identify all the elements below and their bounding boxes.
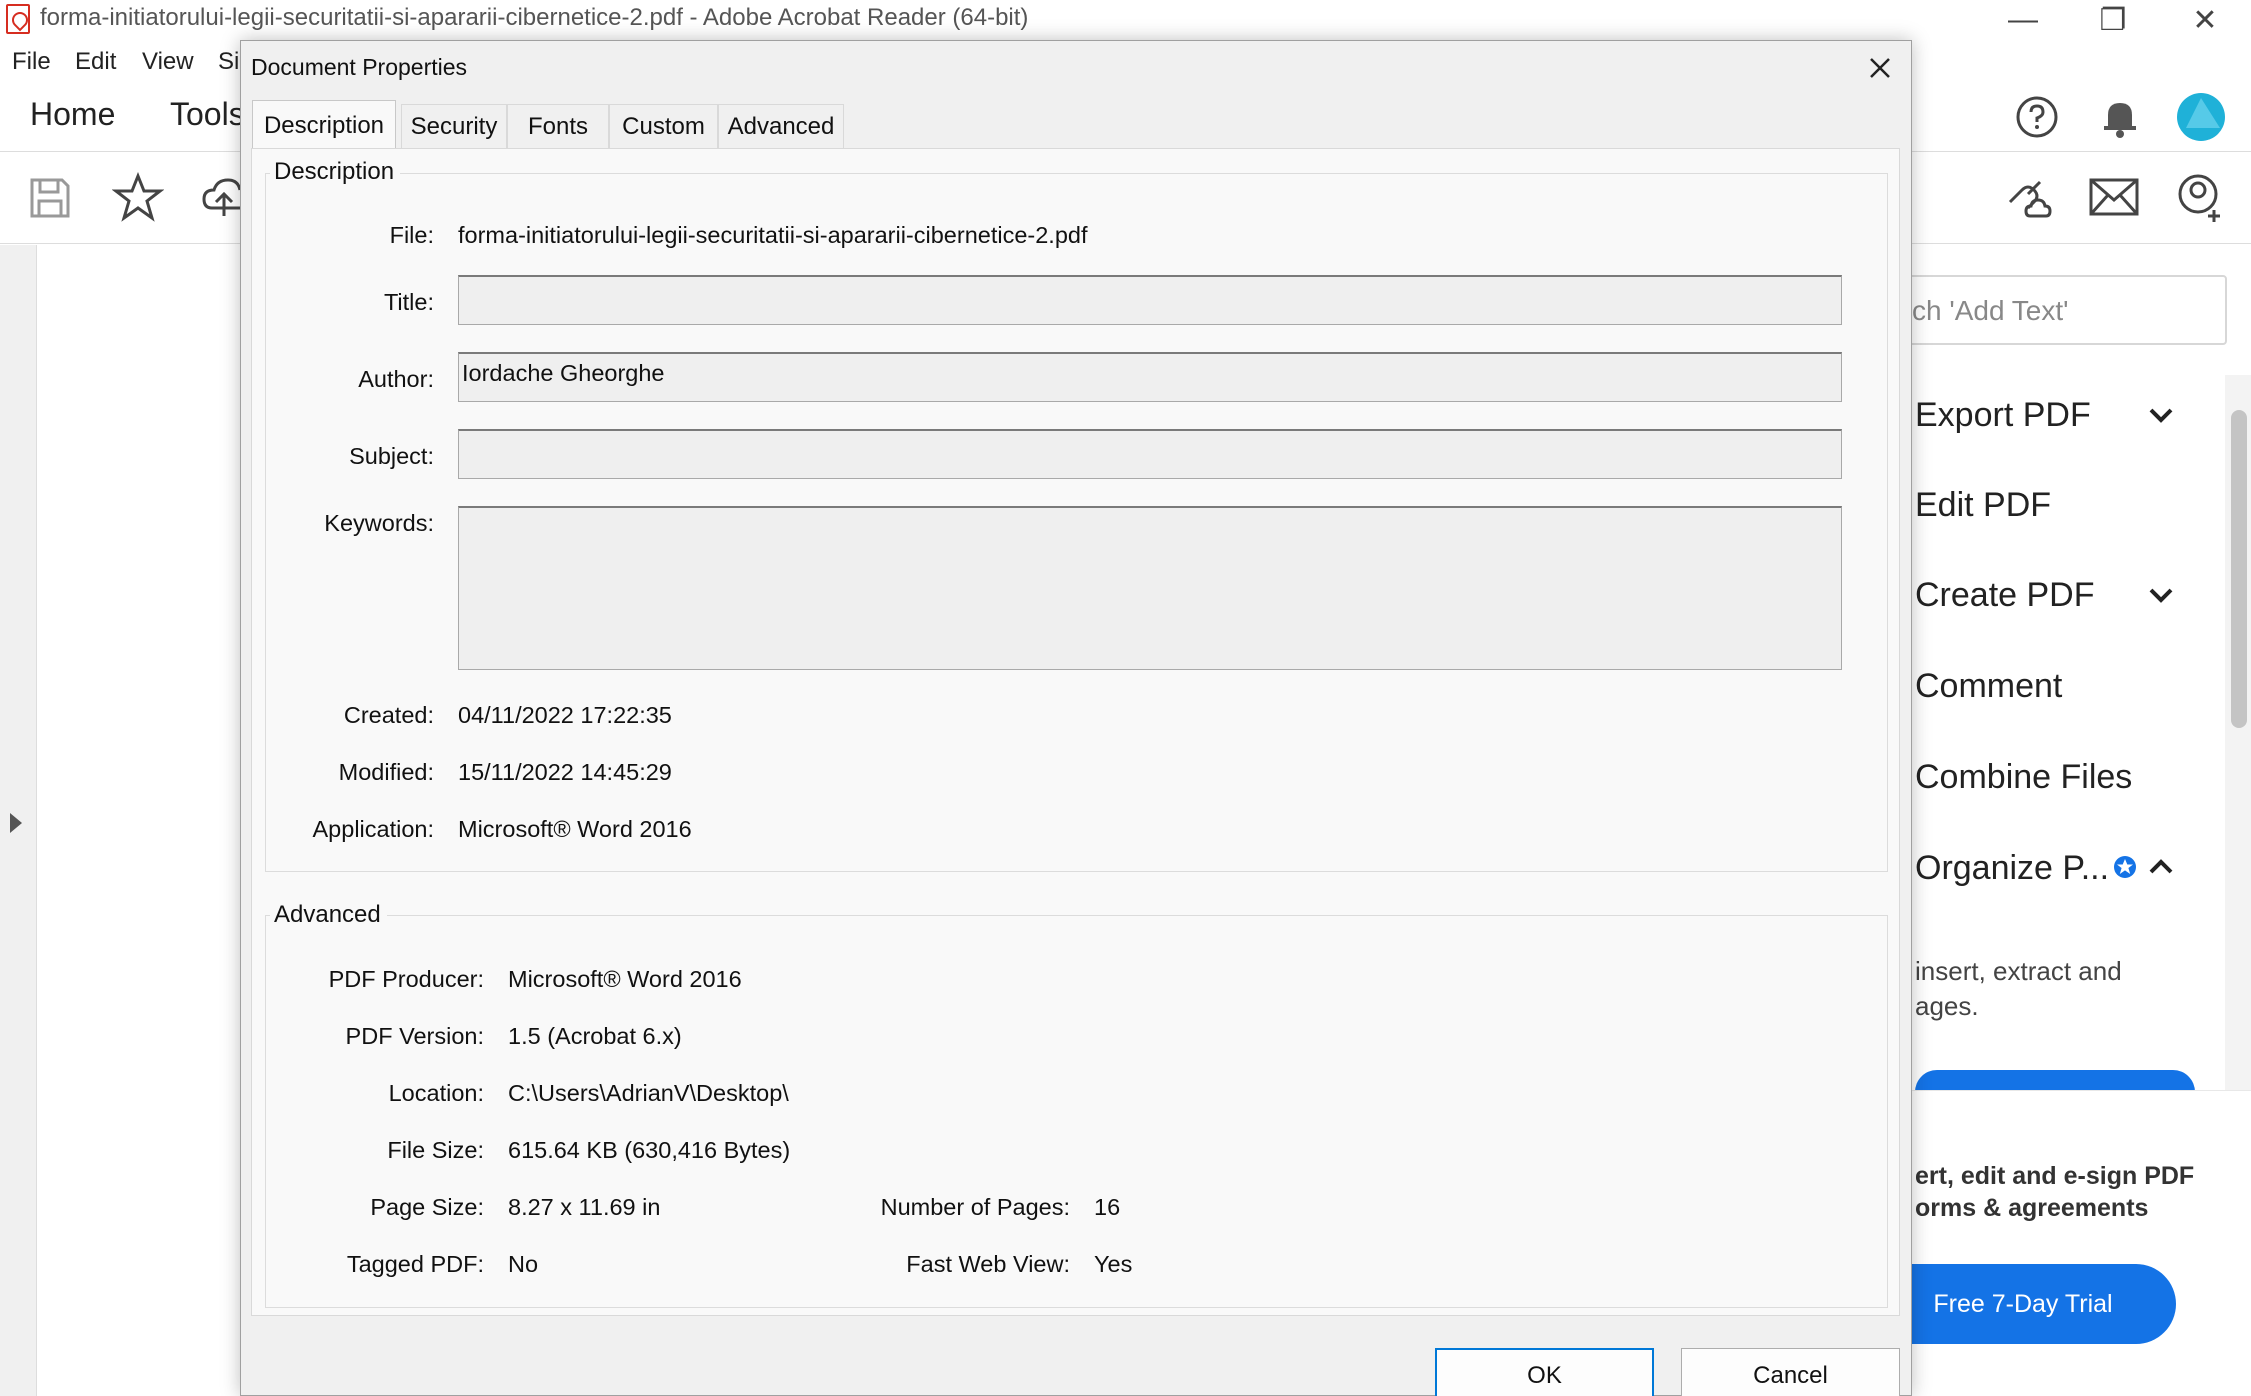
file-label: File: (389, 222, 434, 248)
file-value: forma-initiatorului-legii-securitatii-si… (458, 222, 1088, 248)
fast-web-view-label: Fast Web View: (906, 1251, 1070, 1277)
menu-edit[interactable]: Edit (75, 48, 116, 76)
notifications-bell-icon[interactable] (2100, 95, 2140, 139)
tools-search-placeholder: ch 'Add Text' (1912, 295, 2069, 326)
tab-advanced[interactable]: Advanced (718, 104, 844, 148)
dialog-close-icon[interactable] (1862, 50, 1898, 86)
author-label: Author: (358, 366, 434, 392)
account-avatar-icon[interactable] (2176, 92, 2226, 142)
tagged-pdf-value: No (508, 1251, 539, 1277)
pdf-version-value: 1.5 (Acrobat 6.x) (508, 1023, 682, 1049)
help-icon[interactable] (2015, 95, 2059, 139)
location-value: C:\Users\AdrianV\Desktop\ (508, 1080, 789, 1106)
email-envelope-icon[interactable] (2089, 178, 2139, 216)
promo-line2: orms & agreements (1915, 1194, 2149, 1222)
share-link-icon[interactable] (2000, 172, 2052, 222)
save-icon[interactable] (28, 176, 72, 220)
page-size-label: Page Size: (370, 1194, 484, 1220)
tagged-pdf-label: Tagged PDF: (346, 1251, 484, 1277)
free-trial-button[interactable]: Free 7-Day Trial (1870, 1264, 2176, 1344)
bookmark-star-icon[interactable] (112, 172, 164, 222)
author-field[interactable]: Iordache Gheorghe (458, 352, 1842, 402)
created-label: Created: (343, 702, 434, 728)
pdf-producer-value: Microsoft® Word 2016 (508, 966, 742, 992)
number-of-pages-value: 16 (1094, 1194, 1121, 1220)
tab-fonts[interactable]: Fonts (507, 104, 609, 148)
tab-tools[interactable]: Tools (170, 96, 245, 133)
tool-create-pdf[interactable]: Create PDF (1915, 576, 2095, 615)
cloud-upload-icon[interactable] (202, 172, 240, 222)
menu-sign[interactable]: Si (218, 48, 239, 76)
cancel-button[interactable]: Cancel (1681, 1348, 1900, 1396)
advanced-group-label: Advanced (270, 901, 387, 929)
window-title: forma-initiatorului-legii-securitatii-si… (40, 4, 1029, 31)
pdf-producer-label: PDF Producer: (328, 966, 484, 992)
tool-export-pdf[interactable]: Export PDF (1915, 396, 2091, 435)
ok-button[interactable]: OK (1435, 1348, 1654, 1396)
application-label: Application: (312, 816, 435, 842)
created-value: 04/11/2022 17:22:35 (458, 702, 672, 728)
page-size-value: 8.27 x 11.69 in (508, 1194, 661, 1220)
pdf-version-label: PDF Version: (345, 1023, 484, 1049)
chevron-down-icon[interactable] (2146, 580, 2176, 610)
modified-value: 15/11/2022 14:45:29 (458, 759, 672, 785)
application-value: Microsoft® Word 2016 (458, 816, 692, 842)
tab-description[interactable]: Description (252, 100, 396, 150)
file-size-value: 615.64 KB (630,416 Bytes) (508, 1137, 791, 1163)
chevron-up-icon[interactable] (2146, 852, 2176, 882)
restore-button[interactable]: ❐ (2068, 0, 2158, 40)
fast-web-view-value: Yes (1094, 1251, 1133, 1277)
location-label: Location: (388, 1080, 484, 1106)
subject-label: Subject: (349, 443, 434, 469)
organize-action-button-edge[interactable] (1915, 1070, 2195, 1092)
tab-security[interactable]: Security (401, 104, 507, 148)
close-window-button[interactable]: ✕ (2160, 0, 2250, 40)
document-canvas (36, 245, 240, 1396)
organize-description-line1: insert, extract and (1915, 956, 2122, 986)
title-field[interactable] (458, 275, 1842, 325)
menu-view[interactable]: View (142, 48, 194, 76)
acrobat-pdf-icon (6, 4, 30, 34)
scrollbar-thumb[interactable] (2231, 410, 2247, 728)
dialog-title: Document Properties (251, 54, 468, 80)
file-size-label: File Size: (387, 1137, 484, 1163)
chevron-down-icon[interactable] (2146, 400, 2176, 430)
minimize-button[interactable]: — (1978, 0, 2068, 40)
description-group-label: Description (270, 158, 401, 186)
tool-organize-pages[interactable]: Organize P... (1915, 849, 2109, 888)
promo-line1: ert, edit and e-sign PDF (1915, 1162, 2195, 1190)
expand-panel-icon[interactable] (10, 813, 22, 833)
subject-field[interactable] (458, 429, 1842, 479)
tab-custom[interactable]: Custom (609, 104, 718, 148)
add-user-icon[interactable] (2176, 172, 2228, 222)
title-label: Title: (383, 289, 434, 315)
number-of-pages-label: Number of Pages: (880, 1194, 1070, 1220)
premium-star-badge-icon (2114, 856, 2136, 878)
tool-comment[interactable]: Comment (1915, 667, 2062, 706)
menu-file[interactable]: File (12, 48, 51, 76)
promo-area (1900, 1090, 2251, 1396)
tool-edit-pdf[interactable]: Edit PDF (1915, 486, 2051, 525)
keywords-field[interactable] (458, 506, 1842, 670)
tab-home[interactable]: Home (30, 96, 115, 133)
tool-combine-files[interactable]: Combine Files (1915, 758, 2132, 797)
modified-label: Modified: (338, 759, 434, 785)
keywords-label: Keywords: (324, 510, 434, 536)
organize-description-line2: ages. (1915, 991, 1979, 1021)
